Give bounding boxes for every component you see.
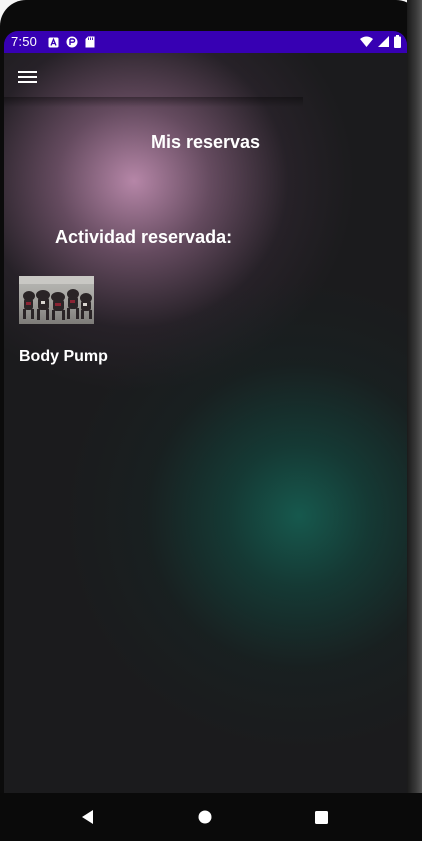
font-icon bbox=[48, 37, 59, 47]
device-frame: 7:50 Mis reservas Actividad reservada: B… bbox=[0, 0, 422, 841]
hamburger-menu-icon[interactable] bbox=[18, 69, 40, 87]
wifi-icon bbox=[360, 36, 373, 47]
phone-side-edge bbox=[407, 0, 422, 841]
background-glow-teal bbox=[64, 281, 407, 751]
back-icon[interactable] bbox=[78, 807, 98, 827]
activity-name[interactable]: Body Pump bbox=[19, 348, 108, 366]
status-time: 7:50 bbox=[11, 34, 38, 49]
signal-icon bbox=[378, 36, 389, 47]
page-title: Mis reservas bbox=[4, 132, 407, 153]
page-title-text: Mis reservas bbox=[150, 132, 261, 152]
app-screen: 7:50 Mis reservas Actividad reservada: B… bbox=[4, 31, 407, 793]
sd-card-icon bbox=[85, 36, 95, 48]
activity-thumbnail[interactable] bbox=[19, 276, 94, 324]
home-icon[interactable] bbox=[195, 807, 215, 827]
game-icon bbox=[66, 36, 78, 48]
app-bar bbox=[4, 53, 303, 105]
status-icons-right bbox=[360, 35, 401, 48]
status-bar: 7:50 bbox=[4, 31, 407, 53]
recents-icon[interactable] bbox=[311, 807, 331, 827]
system-nav-bar bbox=[0, 793, 422, 841]
status-icons-left bbox=[48, 36, 95, 48]
battery-icon bbox=[394, 35, 401, 48]
section-label: Actividad reservada: bbox=[55, 227, 233, 247]
